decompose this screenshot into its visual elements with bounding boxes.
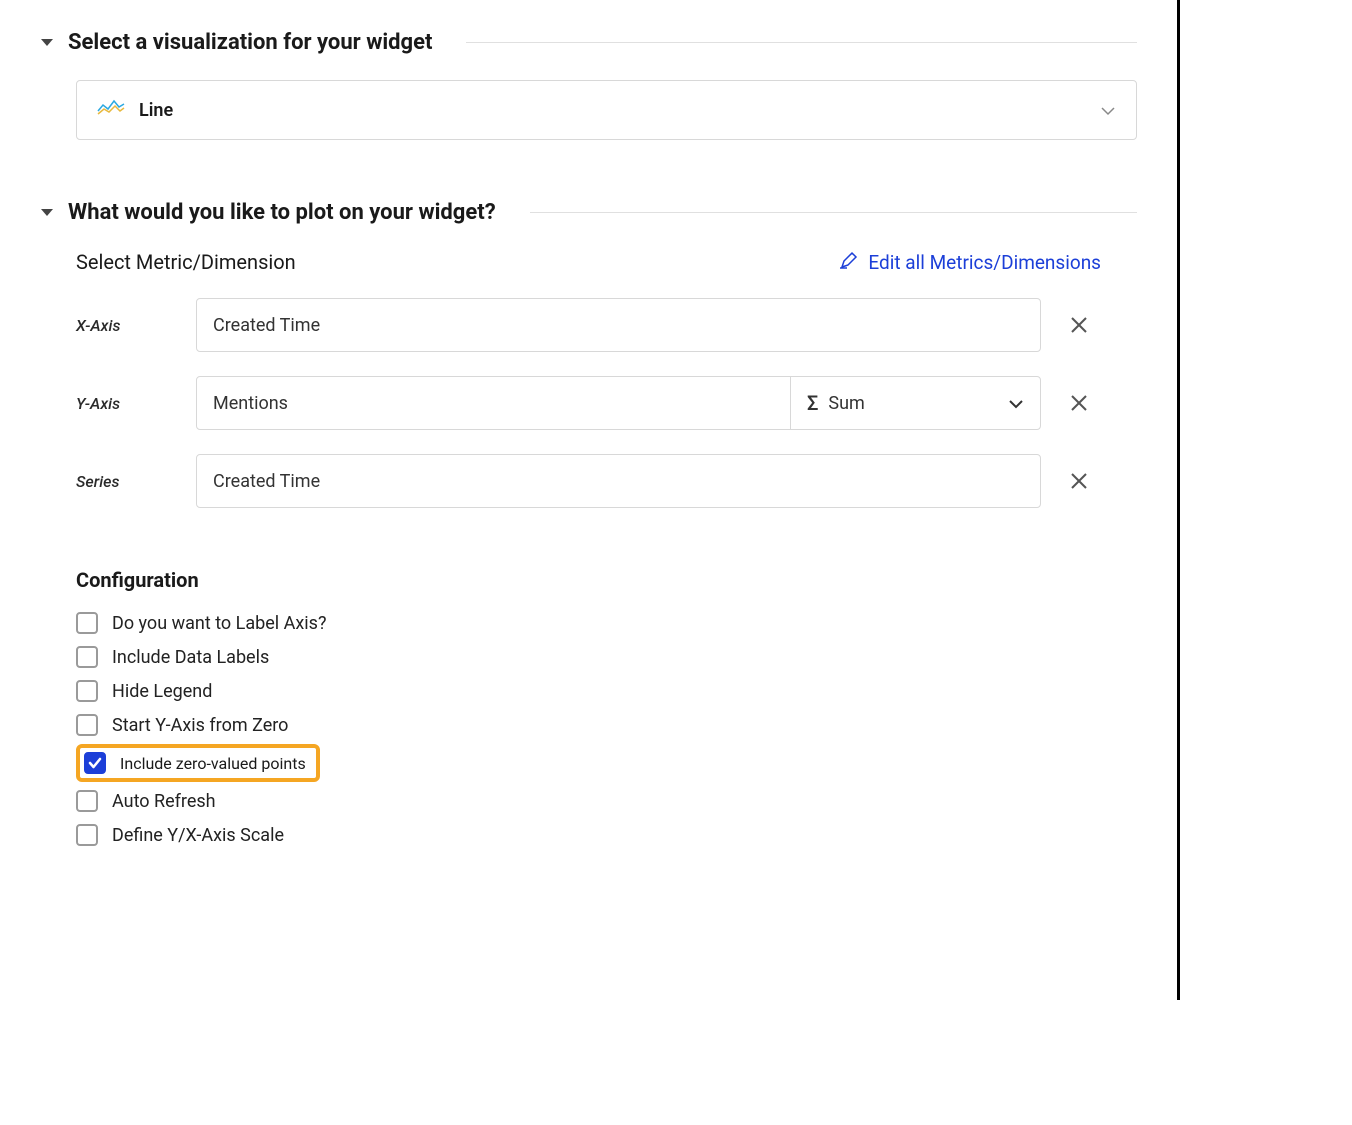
series-input[interactable]: Created Time: [196, 454, 1041, 508]
checkbox[interactable]: [76, 824, 98, 846]
close-icon: [1069, 471, 1089, 491]
configuration-section: Configuration Do you want to Label Axis?…: [76, 568, 1101, 852]
edit-metrics-link[interactable]: Edit all Metrics/Dimensions: [840, 251, 1101, 274]
y-axis-value: Mentions: [213, 393, 288, 414]
visualization-selected-label: Line: [139, 100, 173, 121]
line-chart-icon: [97, 99, 125, 121]
config-option-label: Start Y-Axis from Zero: [112, 715, 288, 736]
config-option[interactable]: Do you want to Label Axis?: [76, 606, 1101, 640]
config-option-label: Include Data Labels: [112, 647, 269, 668]
visualization-section-header[interactable]: Select a visualization for your widget: [40, 30, 1137, 55]
chevron-down-icon: [1100, 101, 1116, 120]
plot-section-title: What would you like to plot on your widg…: [68, 200, 496, 225]
checkbox[interactable]: [76, 714, 98, 736]
config-option[interactable]: Start Y-Axis from Zero: [76, 708, 1101, 742]
sigma-icon: Σ: [807, 391, 818, 415]
x-axis-value: Created Time: [213, 315, 320, 336]
x-axis-remove-button[interactable]: [1057, 315, 1101, 335]
close-icon: [1069, 315, 1089, 335]
metric-dimension-label: Select Metric/Dimension: [76, 250, 296, 274]
x-axis-row: X-Axis Created Time: [76, 298, 1101, 352]
pencil-icon: [840, 251, 858, 274]
collapse-icon: [40, 33, 54, 52]
y-axis-input-group: Mentions Σ Sum: [196, 376, 1041, 430]
checkbox[interactable]: [76, 790, 98, 812]
config-option[interactable]: Include Data Labels: [76, 640, 1101, 674]
config-option[interactable]: Hide Legend: [76, 674, 1101, 708]
y-axis-aggregation-value: Sum: [828, 393, 864, 414]
checkbox[interactable]: [76, 680, 98, 702]
visualization-section-title: Select a visualization for your widget: [68, 30, 432, 55]
plot-section-header[interactable]: What would you like to plot on your widg…: [40, 200, 1137, 225]
config-option-label: Auto Refresh: [112, 791, 216, 812]
close-icon: [1069, 393, 1089, 413]
series-row: Series Created Time: [76, 454, 1101, 508]
divider: [530, 212, 1137, 213]
divider: [466, 42, 1137, 43]
y-axis-remove-button[interactable]: [1057, 393, 1101, 413]
series-remove-button[interactable]: [1057, 471, 1101, 491]
series-label: Series: [76, 472, 196, 491]
y-axis-aggregation-select[interactable]: Σ Sum: [790, 377, 1040, 429]
visualization-select[interactable]: Line: [76, 80, 1137, 140]
y-axis-label: Y-Axis: [76, 394, 196, 413]
x-axis-label: X-Axis: [76, 316, 196, 335]
configuration-title: Configuration: [76, 568, 1101, 592]
highlighted-option: Include zero-valued points: [76, 744, 320, 782]
edit-metrics-label: Edit all Metrics/Dimensions: [868, 251, 1101, 274]
chevron-down-icon: [1008, 393, 1024, 414]
collapse-icon: [40, 203, 54, 222]
config-option-label: Define Y/X-Axis Scale: [112, 825, 284, 846]
config-option-label: Do you want to Label Axis?: [112, 613, 326, 634]
config-option-label: Include zero-valued points: [120, 754, 306, 773]
config-option[interactable]: Define Y/X-Axis Scale: [76, 818, 1101, 852]
checkbox[interactable]: [76, 646, 98, 668]
y-axis-input[interactable]: Mentions: [197, 377, 790, 429]
x-axis-input[interactable]: Created Time: [196, 298, 1041, 352]
checkbox[interactable]: [76, 612, 98, 634]
config-option[interactable]: Auto Refresh: [76, 784, 1101, 818]
config-option-label: Hide Legend: [112, 681, 212, 702]
y-axis-row: Y-Axis Mentions Σ Sum: [76, 376, 1101, 430]
checkbox[interactable]: [84, 752, 106, 774]
series-value: Created Time: [213, 471, 320, 492]
